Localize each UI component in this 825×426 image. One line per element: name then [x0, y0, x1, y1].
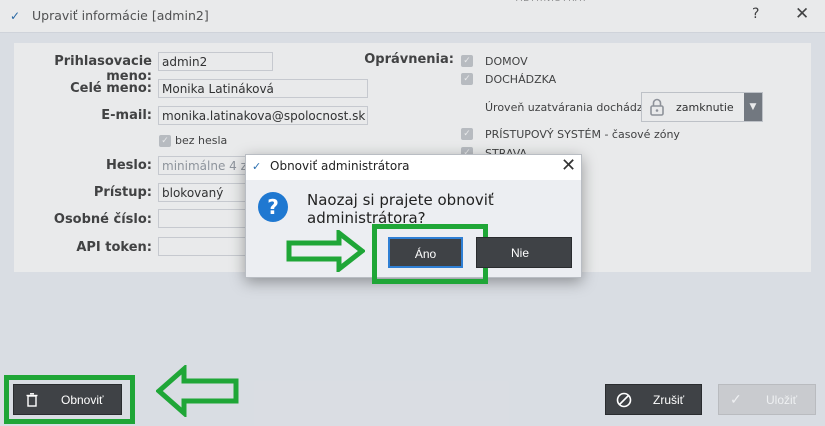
no-button[interactable]: Nie — [476, 237, 572, 268]
dialog-title: Obnoviť administrátora — [270, 159, 410, 173]
dialog-close-icon[interactable]: ✕ — [561, 155, 576, 176]
arrow-right-icon — [286, 230, 365, 272]
app-logo-icon: ✓ — [252, 160, 262, 173]
yes-button[interactable]: Áno — [388, 237, 463, 268]
trash-icon — [26, 393, 38, 407]
question-icon: ? — [258, 192, 288, 222]
save-button[interactable]: ✓ Uložiť — [718, 384, 816, 415]
edit-admin-window: ✓ Upraviť informácie [admin2] ADMINISTRA… — [0, 0, 825, 426]
arrow-left-icon — [156, 365, 239, 417]
prohibited-icon — [616, 392, 632, 408]
yes-button-label: Áno — [414, 247, 437, 261]
no-button-label: Nie — [510, 246, 529, 260]
cancel-button-label: Zrušiť — [653, 393, 685, 407]
dialog-message: Naozaj si prajete obnoviť administrátora… — [307, 191, 494, 227]
restore-button[interactable]: Obnoviť — [13, 384, 122, 415]
cancel-button[interactable]: Zrušiť — [605, 384, 702, 415]
save-button-label: Uložiť — [766, 393, 798, 407]
restore-button-label: Obnoviť — [61, 393, 104, 407]
checkmark-icon: ✓ — [730, 391, 742, 407]
